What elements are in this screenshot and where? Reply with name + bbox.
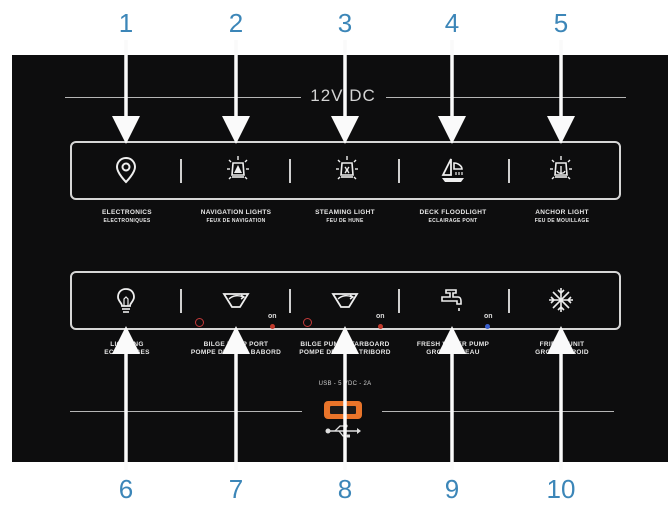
bilge-pump-icon[interactable] bbox=[330, 285, 360, 315]
separator bbox=[289, 289, 291, 313]
callout-6: 6 bbox=[118, 474, 134, 504]
steaming-light-icon[interactable] bbox=[332, 155, 362, 185]
status-led bbox=[378, 324, 383, 329]
faucet-icon[interactable] bbox=[436, 285, 466, 315]
callout-3: 3 bbox=[337, 8, 353, 38]
voltage-rule-right bbox=[386, 97, 626, 98]
location-pin-icon[interactable] bbox=[111, 155, 141, 185]
deck-floodlight-icon[interactable] bbox=[438, 155, 468, 185]
bilge-pump-port-label: BILGE PUMP PORT POMPE DE CALE BABORD bbox=[190, 341, 282, 356]
status-on-label: on bbox=[484, 313, 493, 320]
separator bbox=[398, 159, 400, 183]
usb-icon bbox=[325, 424, 361, 438]
anchor-light-label: ANCHOR LIGHT FEU DE MOUILLAGE bbox=[534, 209, 590, 224]
callout-10: 10 bbox=[546, 474, 576, 504]
breaker-reset-icon[interactable] bbox=[303, 318, 312, 327]
separator bbox=[508, 159, 510, 183]
separator bbox=[398, 289, 400, 313]
bilge-pump-icon[interactable] bbox=[221, 285, 251, 315]
callout-4: 4 bbox=[444, 8, 460, 38]
deck-floodlight-label: DECK FLOODLIGHT ECLAIRAGE PONT bbox=[419, 209, 487, 224]
usb-port[interactable] bbox=[324, 401, 362, 419]
light-bulb-icon[interactable] bbox=[111, 285, 141, 315]
status-on-label: on bbox=[376, 313, 385, 320]
separator bbox=[180, 289, 182, 313]
separator bbox=[508, 289, 510, 313]
usb-spec-label: USB - 5 VDC - 2A bbox=[318, 381, 372, 387]
callout-7: 7 bbox=[228, 474, 244, 504]
navigation-lights-label: NAVIGATION LIGHTS FEUX DE NAVIGATION bbox=[200, 209, 272, 224]
separator bbox=[289, 159, 291, 183]
voltage-rule-left bbox=[65, 97, 301, 98]
lighting-label: LIGHTING ECLAIRAGES bbox=[104, 341, 150, 356]
usb-rule-right bbox=[382, 411, 614, 412]
status-on-label: on bbox=[268, 313, 277, 320]
status-led bbox=[270, 324, 275, 329]
breaker-reset-icon[interactable] bbox=[195, 318, 204, 327]
callout-1: 1 bbox=[118, 8, 134, 38]
nav-light-icon[interactable] bbox=[223, 155, 253, 185]
status-led bbox=[485, 324, 490, 329]
separator bbox=[180, 159, 182, 183]
electronics-label: ELECTRONICS ELECTRONIQUES bbox=[102, 209, 152, 224]
callout-9: 9 bbox=[444, 474, 460, 504]
callout-8: 8 bbox=[337, 474, 353, 504]
snowflake-icon[interactable] bbox=[546, 285, 576, 315]
bilge-pump-starboard-label: BILGE PUMP STARBOARD POMPE DE CALE TRIBOR… bbox=[299, 341, 391, 356]
fresh-water-pump-label: FRESH WATER PUMP GROUPE D'EAU bbox=[416, 341, 490, 356]
usb-rule-left bbox=[70, 411, 302, 412]
callout-5: 5 bbox=[553, 8, 569, 38]
voltage-label: 12V DC bbox=[310, 86, 376, 105]
anchor-light-icon[interactable] bbox=[546, 155, 576, 185]
callout-2: 2 bbox=[228, 8, 244, 38]
steaming-light-label: STEAMING LIGHT FEU DE HUNE bbox=[315, 209, 375, 224]
fridge-unit-label: FRIDGE UNIT GROUPE FROID bbox=[535, 341, 589, 356]
